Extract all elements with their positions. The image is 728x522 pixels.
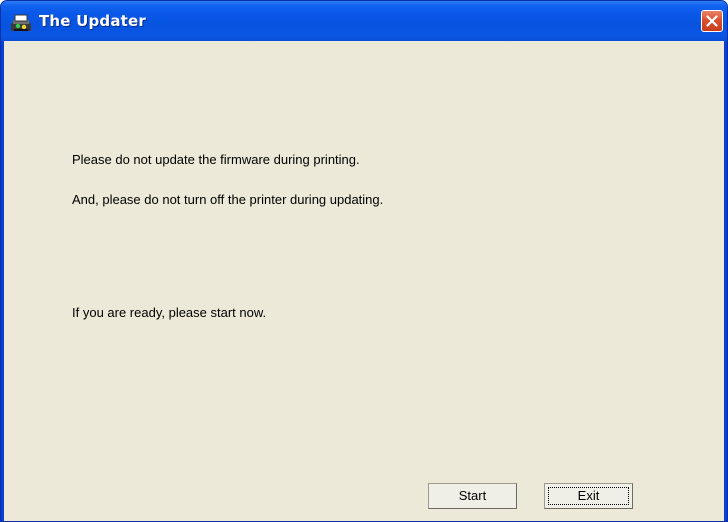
start-button[interactable]: Start xyxy=(428,483,517,509)
close-button[interactable] xyxy=(701,10,723,32)
exit-button[interactable]: Exit xyxy=(544,483,633,509)
warning-power-text: And, please do not turn off the printer … xyxy=(72,192,384,207)
app-icon xyxy=(10,11,32,33)
close-icon xyxy=(706,15,718,27)
focus-ring xyxy=(548,487,629,505)
window-title: The Updater xyxy=(39,12,147,30)
ready-prompt-text: If you are ready, please start now. xyxy=(72,305,267,320)
updater-window: The Updater Please do not update the fir… xyxy=(0,0,728,522)
dialog-body: Please do not update the firmware during… xyxy=(4,41,724,521)
title-bar[interactable]: The Updater xyxy=(1,1,727,41)
warning-firmware-text: Please do not update the firmware during… xyxy=(72,152,360,167)
